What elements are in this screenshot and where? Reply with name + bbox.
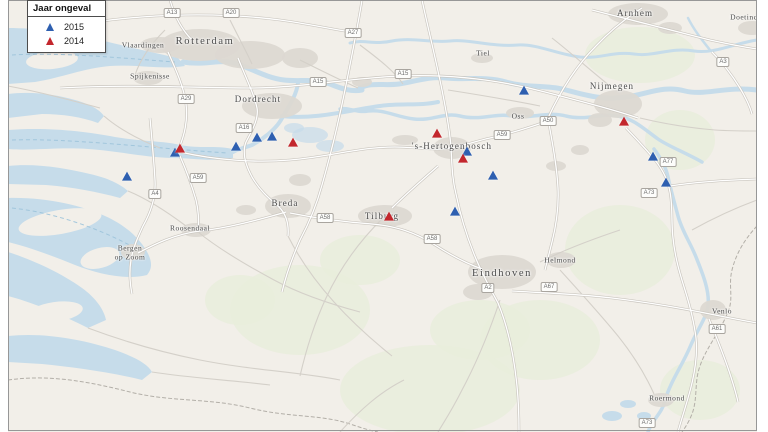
road-shield-a58: A58 <box>317 213 334 223</box>
road-shield-a20: A20 <box>223 8 240 18</box>
city-label-helmond: Helmond <box>544 257 575 266</box>
legend-item-2015: 2015 <box>28 20 105 34</box>
city-label-oss: Oss <box>512 113 525 122</box>
road-shield-a13: A13 <box>164 8 181 18</box>
road-shield-a73: A73 <box>641 188 658 198</box>
accident-marker-2015 <box>648 152 658 161</box>
city-label-nijmegen: Nijmegen <box>590 81 634 91</box>
accident-marker-2015 <box>231 142 241 151</box>
road-shield-a2: A2 <box>481 283 494 293</box>
city-label-bergen-op-zoom: Bergen op Zoom <box>115 244 146 261</box>
legend-item-label: 2014 <box>64 36 84 46</box>
right-margin <box>757 0 768 432</box>
city-label-roosendaal: Roosendaal <box>170 225 210 234</box>
legend-title: Jaar ongeval <box>28 1 105 17</box>
city-label-roermond: Roermond <box>649 395 685 404</box>
road-shield-a61: A61 <box>709 324 726 334</box>
city-label-spijkenisse: Spijkenisse <box>130 73 170 82</box>
road-shield-a58: A58 <box>424 234 441 244</box>
city-label-rotterdam: Rotterdam <box>176 36 235 48</box>
road-shield-a67: A67 <box>541 282 558 292</box>
road-shield-a77: A77 <box>660 157 677 167</box>
city-label-s-hertogenbosch: 's-Hertogenbosch <box>412 141 492 151</box>
road-shield-a16: A16 <box>236 123 253 133</box>
road-shield-a15: A15 <box>395 69 412 79</box>
city-label-dordrecht: Dordrecht <box>235 94 281 104</box>
accident-marker-2015 <box>122 172 132 181</box>
city-label-breda: Breda <box>272 198 299 208</box>
accident-marker-2014 <box>619 117 629 126</box>
accident-marker-2015 <box>661 178 671 187</box>
legend-item-2014: 2014 <box>28 34 105 48</box>
map-overlay: Rotterdam Vlaardingen Spijkenisse Dordrecht… <box>0 0 768 432</box>
accident-marker-2014 <box>175 144 185 153</box>
accident-marker-2015 <box>519 86 529 95</box>
road-shield-a50: A50 <box>540 116 557 126</box>
accident-marker-2015 <box>488 171 498 180</box>
accident-marker-2014 <box>288 138 298 147</box>
accident-marker-2015 <box>267 132 277 141</box>
road-shield-a59: A59 <box>190 173 207 183</box>
legend-items: 2015 2014 <box>28 17 105 52</box>
road-shield-a29: A29 <box>178 94 195 104</box>
road-shield-a4: A4 <box>148 189 161 199</box>
road-shield-a27: A27 <box>345 28 362 38</box>
legend-item-label: 2015 <box>64 22 84 32</box>
triangle-marker-icon <box>46 23 54 31</box>
left-margin <box>0 0 8 432</box>
map-screenshot: Rotterdam Vlaardingen Spijkenisse Dordrecht… <box>0 0 768 432</box>
road-shield-a3: A3 <box>716 57 729 67</box>
city-label-eindhoven: Eindhoven <box>472 268 532 280</box>
triangle-marker-icon <box>46 37 54 45</box>
road-shield-a59: A59 <box>494 130 511 140</box>
accident-marker-2014 <box>384 212 394 221</box>
road-shield-a15: A15 <box>310 77 327 87</box>
road-shield-a73: A73 <box>639 418 656 428</box>
accident-marker-2015 <box>252 133 262 142</box>
accident-marker-2014 <box>458 154 468 163</box>
accident-marker-2015 <box>450 207 460 216</box>
city-label-tiel: Tiel <box>476 50 490 59</box>
legend: Jaar ongeval 2015 2014 <box>27 0 106 53</box>
city-label-arnhem: Arnhem <box>617 8 653 18</box>
accident-marker-2014 <box>432 129 442 138</box>
city-label-venlo: Venlo <box>712 308 732 317</box>
city-label-vlaardingen: Vlaardingen <box>122 42 165 51</box>
